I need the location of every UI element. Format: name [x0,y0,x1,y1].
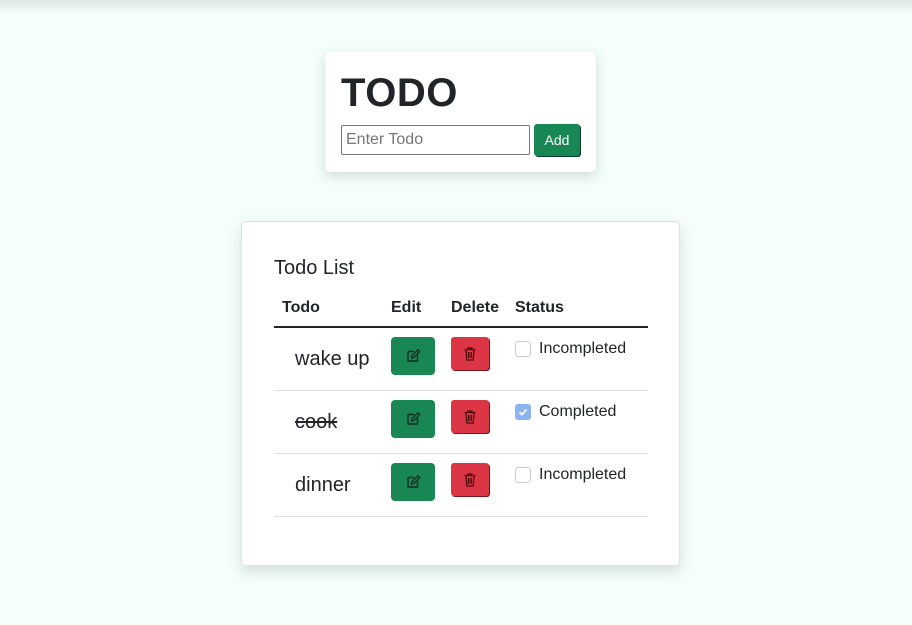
status-checkbox[interactable] [515,404,531,420]
list-title: Todo List [274,257,355,279]
edit-icon [407,411,421,425]
trash-icon [464,409,476,424]
todo-text: wake up [295,348,370,370]
check-icon [518,408,528,416]
column-header-todo: Todo [274,290,391,328]
add-button[interactable]: Add [534,124,580,156]
todo-text: dinner [295,474,351,496]
status-label: Completed [539,403,617,420]
todo-input[interactable] [341,125,530,155]
todo-list-card: Todo List Todo Edit Delete Status wake u… [241,221,680,566]
edit-icon [407,474,421,488]
table-header-row: Todo Edit Delete Status [274,290,648,328]
edit-button[interactable] [391,337,435,375]
status-cell: Completed [515,402,648,422]
status-checkbox[interactable] [515,467,531,483]
status-cell: Incompleted [515,339,648,359]
delete-button[interactable] [451,337,489,370]
column-header-status: Status [515,290,648,328]
trash-icon [464,472,476,487]
top-shadow [0,0,912,14]
table-row: cook Completed [274,390,648,454]
delete-button[interactable] [451,400,489,433]
todo-table: Todo Edit Delete Status wake up Incomple… [274,290,648,517]
edit-button[interactable] [391,463,435,501]
table-row: wake up Incompleted [274,327,648,391]
status-label: Incompleted [539,466,627,483]
delete-button[interactable] [451,463,489,496]
todo-text: cook [295,411,338,433]
status-checkbox[interactable] [515,341,531,357]
status-cell: Incompleted [515,465,648,485]
status-label: Incompleted [539,340,627,357]
edit-button[interactable] [391,400,435,438]
table-row: dinner Incompleted [274,453,648,517]
column-header-edit: Edit [391,290,451,328]
add-todo-card: TODO Add [325,52,596,172]
column-header-delete: Delete [451,290,515,328]
todo-rows: wake up Incompleted cook Completed dinne… [274,327,648,517]
page-title: TODO [341,71,458,115]
edit-icon [407,348,421,362]
trash-icon [464,346,476,361]
